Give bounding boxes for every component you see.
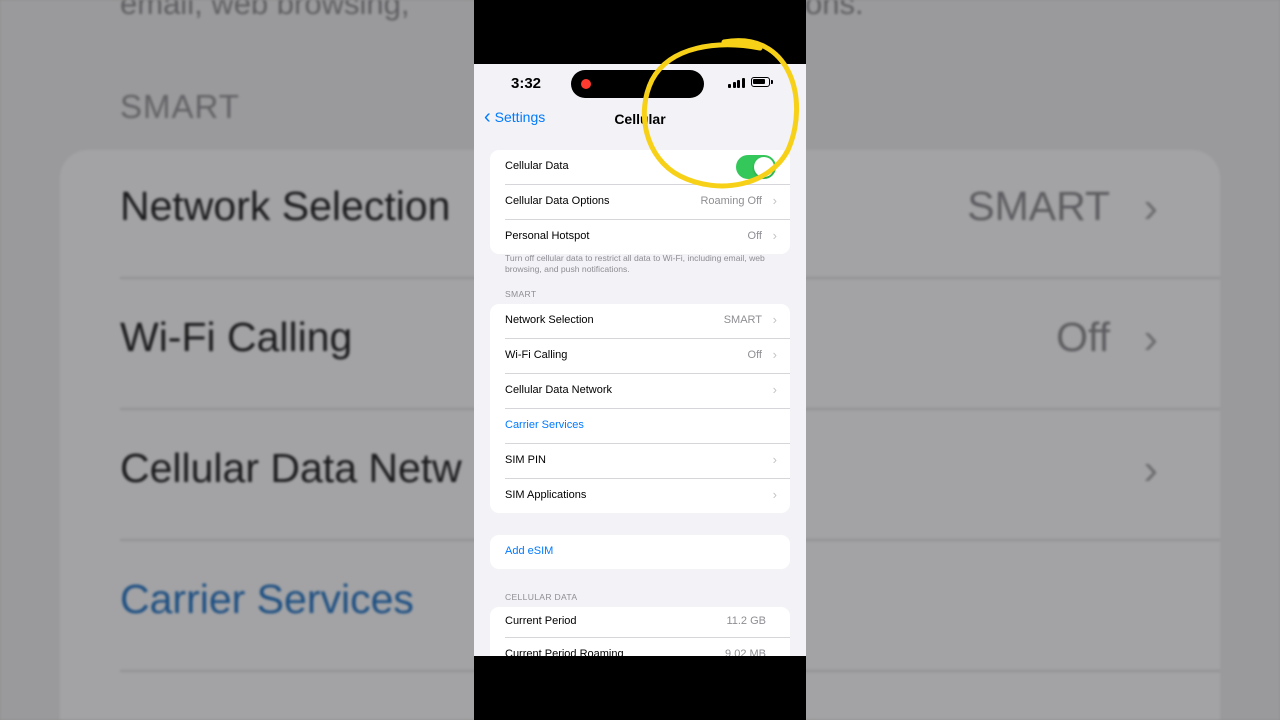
row-carrier-services[interactable]: Carrier Services: [505, 409, 790, 444]
row-personal-hotspot[interactable]: Personal Hotspot Off ›: [505, 220, 790, 254]
row-label: Cellular Data Options: [505, 195, 610, 207]
row-current-period-roaming: Current Period Roaming 9.02 MB: [505, 638, 790, 656]
add-esim-link[interactable]: Add eSIM: [505, 545, 553, 557]
dynamic-island: [571, 70, 704, 98]
row-add-esim[interactable]: Add eSIM: [505, 535, 790, 569]
bg-footer-text-right: ons.: [805, 0, 864, 21]
row-label: Current Period Roaming: [505, 648, 624, 656]
row-label: SIM PIN: [505, 454, 546, 466]
bg-row-value: SMART: [967, 183, 1110, 229]
bg-row-label: Carrier Services: [120, 576, 414, 622]
esim-group: Add eSIM: [490, 535, 790, 569]
phone-frame: 3:32 ‹ Settings Cellular Cellular Data C…: [474, 0, 806, 720]
row-label: SIM Applications: [505, 489, 587, 501]
chevron-right-icon: ›: [1143, 183, 1158, 232]
status-time: 3:32: [511, 75, 542, 92]
cellular-data-footer: Turn off cellular data to restrict all d…: [505, 253, 765, 274]
cellular-data-toggle[interactable]: [736, 155, 776, 179]
row-cellular-data[interactable]: Cellular Data: [505, 150, 790, 185]
carrier-services-link[interactable]: Carrier Services: [505, 419, 584, 431]
chevron-right-icon: ›: [772, 487, 777, 502]
row-label: Cellular Data Network: [505, 384, 612, 396]
bg-section-header: SMART: [120, 88, 240, 125]
row-sim-applications[interactable]: SIM Applications ›: [505, 479, 790, 513]
cellular-data-group: Cellular Data Cellular Data Options Roam…: [490, 150, 790, 254]
row-value: Off: [747, 349, 762, 361]
row-network-selection[interactable]: Network Selection SMART ›: [505, 304, 790, 339]
chevron-right-icon: ›: [772, 228, 777, 243]
row-cellular-data-network[interactable]: Cellular Data Network ›: [505, 374, 790, 409]
row-value: SMART: [723, 314, 762, 326]
smart-group: Network Selection SMART › Wi-Fi Calling …: [490, 304, 790, 513]
row-value: Off: [747, 230, 762, 242]
row-sim-pin[interactable]: SIM PIN ›: [505, 444, 790, 479]
navigation-bar: ‹ Settings Cellular: [474, 104, 806, 134]
row-label: Wi-Fi Calling: [505, 349, 568, 361]
chevron-right-icon: ›: [772, 452, 777, 467]
bg-row-label: Cellular Data Netw: [120, 445, 462, 491]
row-label: Network Selection: [505, 314, 594, 326]
page-title: Cellular: [614, 111, 666, 127]
bg-row-value: Off: [1056, 314, 1110, 360]
cellular-usage-group: Current Period 11.2 GB Current Period Ro…: [490, 607, 790, 656]
row-label: Cellular Data: [505, 160, 569, 172]
signal-icon: [728, 78, 746, 88]
chevron-right-icon: ›: [772, 382, 777, 397]
cellular-settings-screen: 3:32 ‹ Settings Cellular Cellular Data C…: [474, 64, 806, 656]
battery-icon: [751, 77, 773, 87]
section-header-cellular-data: CELLULAR DATA: [505, 592, 578, 602]
row-value: 11.2 GB: [726, 615, 766, 627]
row-value: Roaming Off: [700, 195, 762, 207]
chevron-right-icon: ›: [772, 193, 777, 208]
row-current-period: Current Period 11.2 GB: [505, 607, 790, 638]
row-value: 9.02 MB: [725, 648, 766, 656]
section-header-smart: SMART: [505, 289, 537, 299]
bg-footer-text-left: email, web browsing,: [120, 0, 410, 21]
row-label: Current Period: [505, 615, 577, 627]
chevron-right-icon: ›: [1143, 314, 1158, 363]
bg-row-label: Network Selection: [120, 183, 451, 229]
row-label: Personal Hotspot: [505, 230, 590, 242]
bg-row-label: Wi-Fi Calling: [120, 314, 353, 360]
recording-dot-icon: [581, 79, 591, 89]
chevron-right-icon: ›: [772, 347, 777, 362]
chevron-right-icon: ›: [1143, 445, 1158, 494]
chevron-right-icon: ›: [772, 312, 777, 327]
row-wifi-calling[interactable]: Wi-Fi Calling Off ›: [505, 339, 790, 374]
status-bar: 3:32: [474, 64, 806, 102]
row-cellular-data-options[interactable]: Cellular Data Options Roaming Off ›: [505, 185, 790, 220]
